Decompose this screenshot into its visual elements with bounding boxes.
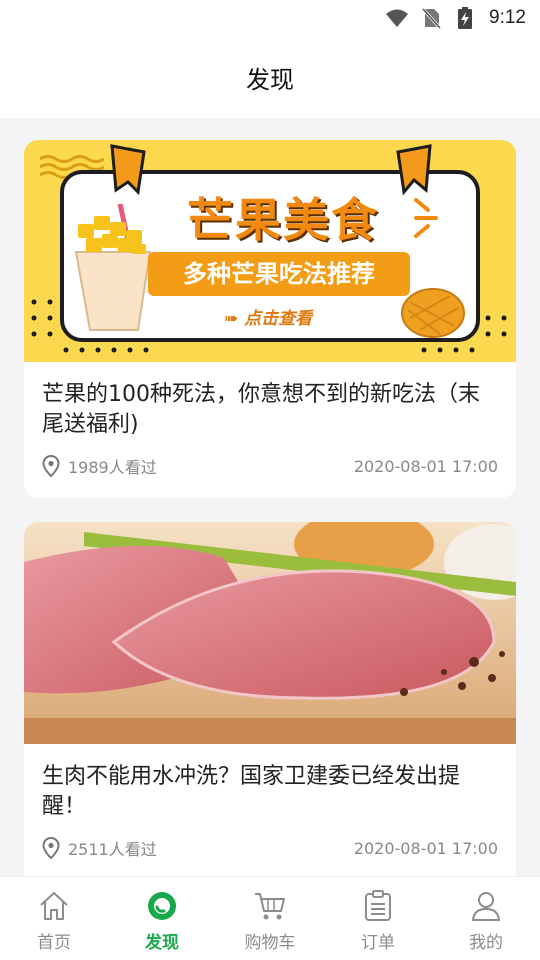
sparkle-decoration [414,198,438,238]
banner-main-text: 芒果美食 [187,193,379,247]
tab-orders-label: 订单 [361,933,395,953]
tab-cart[interactable]: 购物车 [216,877,324,960]
status-time: 9:12 [489,7,526,28]
article-card[interactable]: 生肉不能用水冲洗？国家卫建委已经发出提醒！ 2511人看过 2020-08-01… [24,522,516,876]
order-icon [361,889,395,923]
article-date: 2020-08-01 17:00 [353,456,498,476]
article-card[interactable]: 芒果美食 多种芒果吃法推荐 ➠ 点击查看 芒果的100种死法，你意想不到的新吃法… [24,140,516,498]
tab-discover[interactable]: 发现 [108,877,216,960]
view-count: 2511人看过 [68,840,157,859]
wifi-icon [385,7,409,29]
page-title: 发现 [246,65,294,94]
tab-profile[interactable]: 我的 [432,877,540,960]
mango-drink-illustration [74,203,152,331]
tab-discover-label: 发现 [145,933,179,953]
arrow-right-icon: ➠ [224,309,239,329]
view-count: 1989人看过 [68,458,157,477]
discover-icon [145,889,179,923]
tab-home[interactable]: 首页 [0,877,108,960]
profile-icon [469,889,503,923]
banner-cta-text: 点击查看 [244,309,313,329]
banner-cta: ➠ 点击查看 [224,304,312,329]
article-views: 2511人看过 [42,836,157,860]
status-bar: 9:12 [0,0,540,36]
article-cover-image [24,522,516,744]
location-pin-icon [42,837,60,859]
tab-cart-label: 购物车 [244,933,296,953]
article-feed[interactable]: 芒果美食 多种芒果吃法推荐 ➠ 点击查看 芒果的100种死法，你意想不到的新吃法… [0,118,540,876]
article-meta: 1989人看过 2020-08-01 17:00 [42,454,498,478]
mango-slice-illustration [401,288,465,338]
ribbon-left [110,144,146,196]
battery-charging-icon [453,7,477,29]
article-title[interactable]: 生肉不能用水冲洗？国家卫建委已经发出提醒！ [24,744,516,822]
article-cover-image: 芒果美食 多种芒果吃法推荐 ➠ 点击查看 [24,140,516,362]
raw-meat-illustration [24,522,516,744]
article-date: 2020-08-01 17:00 [353,838,498,858]
tab-profile-label: 我的 [469,933,503,953]
article-meta: 2511人看过 2020-08-01 17:00 [42,836,498,860]
tab-orders[interactable]: 订单 [324,877,432,960]
home-icon [37,889,71,923]
page-header: 发现 [0,36,540,118]
no-sim-icon [419,7,443,29]
cart-icon [253,889,287,923]
tab-home-label: 首页 [37,933,71,953]
article-views: 1989人看过 [42,454,157,478]
banner-subtitle-pill: 多种芒果吃法推荐 [148,252,410,296]
location-pin-icon [42,455,60,477]
bottom-tab-bar: 首页 发现 购物车 订单 我的 [0,876,540,960]
article-title[interactable]: 芒果的100种死法，你意想不到的新吃法（末尾送福利) [24,362,516,440]
